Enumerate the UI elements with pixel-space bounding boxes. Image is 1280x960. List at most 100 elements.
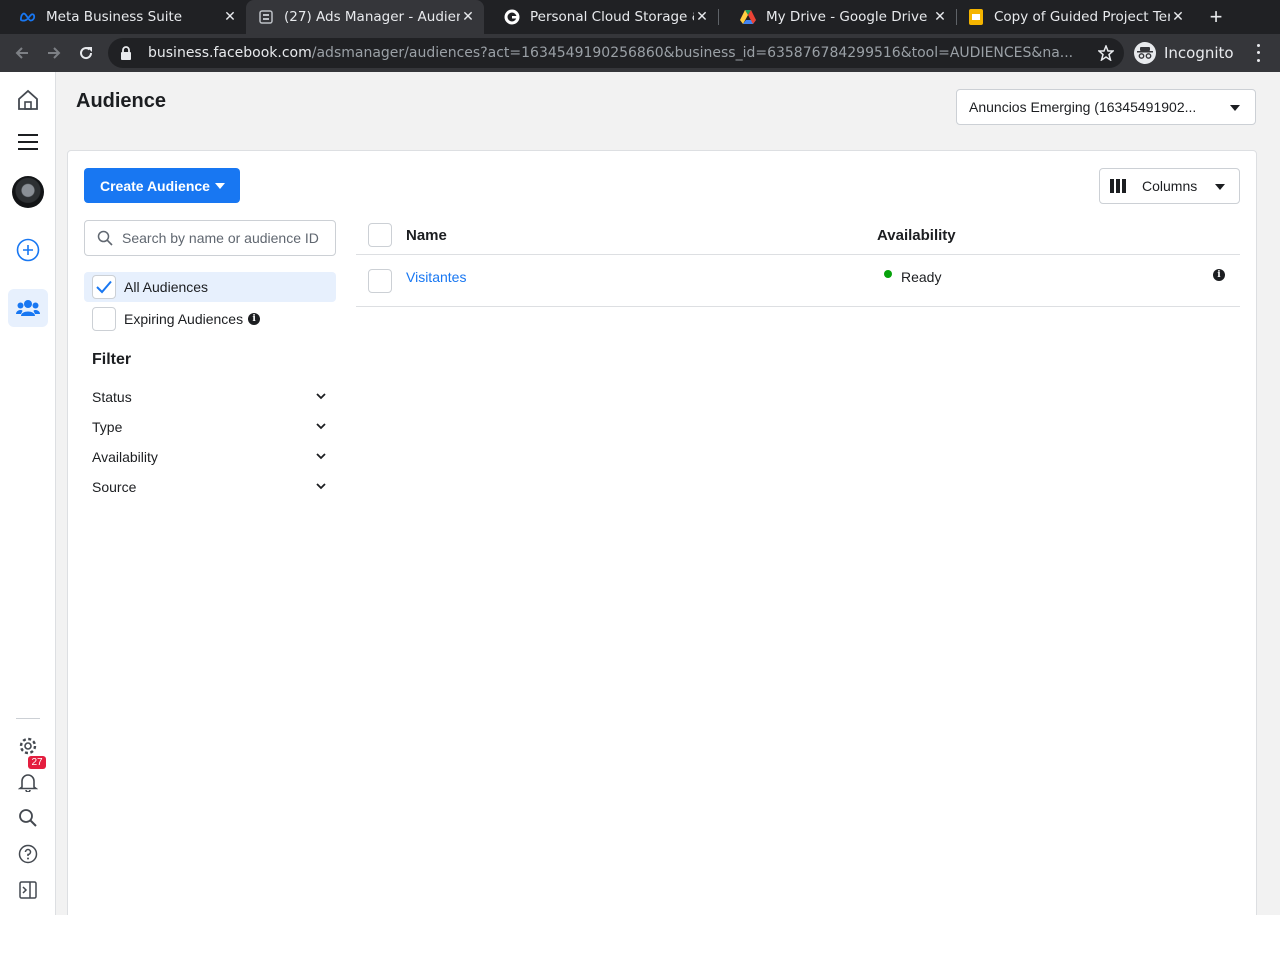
account-avatar[interactable] (8, 173, 48, 211)
info-icon[interactable]: i (1213, 269, 1225, 281)
window-bottom-edge (0, 915, 1280, 960)
columns-button[interactable]: Columns (1099, 168, 1240, 204)
caret-down-icon (215, 183, 225, 189)
filter-availability[interactable]: Availability (92, 445, 328, 469)
filter-label: Status (92, 389, 132, 405)
row-checkbox[interactable] (368, 269, 392, 293)
forward-icon[interactable] (41, 40, 67, 66)
all-audiences-checkbox[interactable] (92, 275, 116, 299)
rail-divider (16, 718, 40, 719)
search-icon (96, 229, 114, 247)
incognito-indicator[interactable]: Incognito (1134, 40, 1234, 66)
status-dot (884, 270, 892, 278)
google-slides-icon (968, 9, 984, 25)
tab-title: Personal Cloud Storage & F (530, 9, 694, 25)
columns-icon (1110, 179, 1126, 193)
avatar (12, 176, 44, 208)
audience-panel: Create Audience Columns All Audiences Ex… (67, 150, 1257, 930)
availability-text: Ready (901, 269, 942, 285)
column-header-availability[interactable]: Availability (877, 227, 956, 244)
browser-tab[interactable]: Copy of Guided Project Ter ✕ (958, 0, 1194, 34)
google-icon (504, 9, 520, 25)
close-icon[interactable]: ✕ (694, 9, 710, 25)
meta-icon (20, 9, 36, 25)
audience-name-link[interactable]: Visitantes (406, 269, 466, 285)
incognito-icon (1134, 42, 1156, 64)
chevron-down-icon (316, 393, 326, 400)
option-label: Expiring Audiences (124, 311, 244, 327)
caret-down-icon (1230, 105, 1240, 111)
google-drive-icon (740, 9, 756, 25)
columns-label: Columns (1142, 178, 1198, 194)
url-path: /adsmanager/audiences?act=16345491902568… (311, 45, 1074, 61)
table-row[interactable]: Visitantes Ready i (356, 255, 1240, 307)
browser-tab[interactable]: Personal Cloud Storage & F ✕ (484, 0, 718, 34)
caret-down-icon (1215, 184, 1225, 190)
table-header: Name Availability (356, 217, 1240, 255)
browser-tab[interactable]: Meta Business Suite ✕ (0, 0, 246, 34)
filter-heading: Filter (92, 351, 132, 368)
close-icon[interactable]: ✕ (222, 9, 238, 25)
search-icon[interactable] (8, 799, 48, 837)
create-audience-button[interactable]: Create Audience (84, 168, 240, 203)
select-all-checkbox[interactable] (368, 223, 392, 247)
menu-icon[interactable] (8, 123, 48, 161)
column-header-name[interactable]: Name (406, 227, 447, 244)
home-icon[interactable] (8, 81, 48, 119)
filter-type[interactable]: Type (92, 415, 328, 439)
lock-icon[interactable] (120, 46, 134, 60)
browser-tab-active[interactable]: (27) Ads Manager - Audien ✕ (246, 0, 484, 34)
sidebar-toggle-icon[interactable] (8, 871, 48, 909)
help-icon[interactable] (8, 835, 48, 873)
back-icon[interactable] (9, 40, 35, 66)
filter-label: Source (92, 479, 137, 495)
filter-source[interactable]: Source (92, 475, 328, 499)
close-icon[interactable]: ✕ (932, 9, 948, 25)
ad-account-selector[interactable]: Anuncios Emerging (16345491902... (956, 89, 1256, 125)
tab-title: My Drive - Google Drive (766, 9, 928, 25)
notification-badge: 27 (28, 756, 46, 769)
filter-label: Availability (92, 449, 158, 465)
chevron-down-icon (316, 423, 326, 430)
ads-manager-icon (258, 9, 274, 25)
browser-toolbar: business.facebook.com/adsmanager/audienc… (0, 34, 1280, 72)
chevron-down-icon (316, 483, 326, 490)
expiring-audiences-checkbox[interactable] (92, 307, 116, 331)
bookmark-star-icon[interactable] (1097, 43, 1115, 62)
url-host: business.facebook.com (148, 45, 312, 61)
expiring-audiences-option[interactable]: Expiring Audiences i (84, 304, 336, 334)
filter-label: Type (92, 419, 123, 435)
chevron-down-icon (316, 453, 326, 460)
add-icon[interactable] (8, 231, 48, 269)
new-tab-icon[interactable]: + (1204, 4, 1228, 29)
ads-manager-app: 27 Audience Anuncios Emerging (163454919… (0, 72, 1280, 930)
info-icon[interactable]: i (248, 313, 261, 325)
all-audiences-option[interactable]: All Audiences (84, 272, 336, 302)
audience-search[interactable] (84, 220, 336, 256)
tab-title: Meta Business Suite (46, 9, 183, 25)
create-audience-label: Create Audience (100, 177, 210, 194)
reload-icon[interactable] (73, 40, 99, 66)
availability-cell: Ready (884, 269, 941, 285)
tab-divider (956, 9, 957, 25)
left-nav-rail: 27 (0, 72, 56, 915)
tab-title: Copy of Guided Project Ter (994, 9, 1170, 25)
close-icon[interactable]: ✕ (460, 9, 476, 25)
browser-tab[interactable]: My Drive - Google Drive ✕ (720, 0, 956, 34)
page-title: Audience (76, 90, 167, 112)
notifications-icon[interactable]: 27 (8, 756, 48, 801)
incognito-label: Incognito (1164, 44, 1234, 62)
filter-status[interactable]: Status (92, 385, 328, 409)
address-bar[interactable]: business.facebook.com/adsmanager/audienc… (108, 38, 1124, 68)
browser-tab-strip: Meta Business Suite ✕ (27) Ads Manager -… (0, 0, 1280, 34)
close-icon[interactable]: ✕ (1170, 9, 1186, 25)
audiences-icon[interactable] (8, 289, 48, 327)
browser-menu-icon[interactable] (1250, 42, 1266, 64)
ad-account-name: Anuncios Emerging (16345491902... (969, 99, 1197, 115)
tab-divider (718, 9, 719, 25)
search-input[interactable] (122, 230, 332, 246)
option-label: All Audiences (124, 279, 209, 295)
tab-title: (27) Ads Manager - Audien (284, 9, 460, 25)
checkmark-icon (96, 280, 112, 294)
url-text[interactable]: business.facebook.com/adsmanager/audienc… (148, 45, 1088, 61)
